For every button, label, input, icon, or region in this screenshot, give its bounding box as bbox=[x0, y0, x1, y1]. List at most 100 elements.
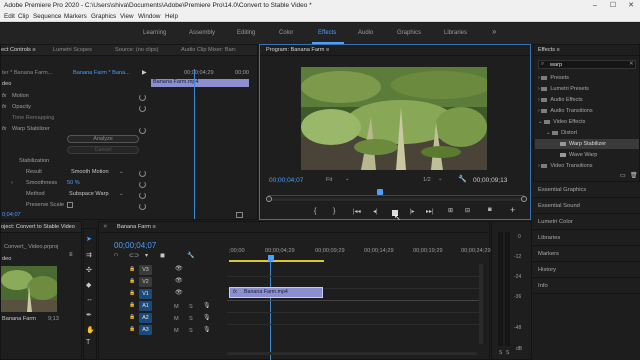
solo-a2[interactable]: S bbox=[189, 316, 193, 322]
timeline-timecode[interactable]: 00;00;04;07 bbox=[114, 241, 156, 250]
lift-icon[interactable]: ⊞ bbox=[448, 207, 453, 214]
mute-a3[interactable]: M bbox=[174, 328, 179, 334]
quality-dropdown[interactable]: 1/2 bbox=[423, 177, 431, 183]
panel-essential-sound[interactable]: Essential Sound bbox=[533, 199, 640, 214]
add-marker-icon[interactable]: ▾ bbox=[145, 252, 148, 259]
panel-lumetri-color[interactable]: Lumetri Color bbox=[533, 215, 640, 230]
reset-icon[interactable] bbox=[139, 192, 146, 199]
fx-video-effects[interactable]: ⌄ Video Effects bbox=[538, 119, 585, 125]
ec-timecode[interactable]: 0;04;07 bbox=[2, 212, 21, 218]
method-dropdown[interactable]: Subspace Warp bbox=[69, 191, 109, 197]
workspace-libraries[interactable]: Libraries bbox=[444, 30, 467, 36]
trash-icon[interactable]: 🗑 bbox=[630, 172, 638, 179]
reset-icon[interactable] bbox=[139, 170, 146, 177]
fx-audio-effects[interactable]: › Audio Effects bbox=[538, 97, 583, 103]
tab-audio-clip-mixer[interactable]: Audio Clip Mixer: Ban: bbox=[181, 45, 236, 56]
fx-wave-warp[interactable]: Wave Warp bbox=[560, 152, 597, 158]
ec-clip-bar[interactable]: Banana Farm.mp4 bbox=[151, 79, 249, 87]
workspace-effects[interactable]: Effects bbox=[318, 30, 336, 36]
new-bin-icon[interactable]: ▭ bbox=[620, 172, 626, 179]
solo-left[interactable]: S bbox=[499, 350, 502, 356]
workspace-graphics[interactable]: Graphics bbox=[397, 30, 421, 36]
zoom-handle-right[interactable] bbox=[521, 196, 527, 202]
mic-icon[interactable]: 🎙 bbox=[203, 302, 211, 309]
panel-info[interactable]: Info bbox=[533, 279, 640, 294]
reset-icon[interactable] bbox=[139, 203, 146, 210]
snap-icon[interactable]: ∩ bbox=[114, 252, 118, 258]
fx-audio-transitions[interactable]: › Audio Transitions bbox=[538, 108, 593, 114]
lock-icon[interactable]: 🔒 bbox=[129, 326, 135, 332]
prop-motion[interactable]: Motion bbox=[12, 93, 29, 99]
slip-tool-icon[interactable]: ↔ bbox=[86, 296, 93, 303]
linked-selection-icon[interactable]: ⊂⊃ bbox=[129, 252, 139, 259]
zoom-scroll-bar[interactable] bbox=[268, 198, 524, 201]
track-a1[interactable]: A1 bbox=[139, 301, 152, 311]
reset-icon[interactable] bbox=[139, 94, 146, 101]
lock-icon[interactable]: 🔒 bbox=[129, 302, 135, 308]
go-to-out-icon[interactable]: ▸▸| bbox=[426, 208, 434, 215]
timeline-hscroll[interactable] bbox=[227, 352, 477, 355]
track-v1[interactable]: V1 bbox=[139, 289, 152, 299]
program-scrub-bar[interactable] bbox=[268, 195, 524, 196]
close-tab-icon[interactable]: ✕ bbox=[103, 222, 108, 233]
chevron-down-icon[interactable]: ⌄ bbox=[345, 176, 350, 182]
lock-icon[interactable]: 🔒 bbox=[129, 278, 135, 284]
zoom-handle-left[interactable] bbox=[266, 196, 272, 202]
effects-search-input[interactable]: warp bbox=[550, 62, 562, 68]
work-area-bar[interactable] bbox=[229, 260, 324, 262]
selection-tool-icon[interactable]: ➤ bbox=[86, 235, 92, 243]
add-button-icon[interactable]: + bbox=[510, 205, 515, 215]
track-a3[interactable]: A3 bbox=[139, 325, 152, 335]
export-frame-icon[interactable] bbox=[236, 212, 243, 218]
menu-sequence[interactable]: Sequence bbox=[33, 11, 61, 22]
reset-icon[interactable] bbox=[139, 127, 146, 134]
eye-icon[interactable]: 👁 bbox=[175, 277, 183, 284]
pen-tool-icon[interactable]: ✒ bbox=[86, 311, 92, 319]
smoothness-value[interactable]: 50 % bbox=[67, 180, 80, 186]
tab-source[interactable]: Source: (no clips) bbox=[115, 45, 159, 56]
prop-time-remapping[interactable]: Time Remapping bbox=[12, 115, 54, 121]
tab-banana-farm[interactable]: Banana Farm ≡ bbox=[117, 222, 156, 233]
track-v3[interactable]: V3 bbox=[139, 265, 152, 275]
solo-a1[interactable]: S bbox=[189, 304, 193, 310]
timeline-playhead[interactable] bbox=[270, 260, 271, 360]
lock-icon[interactable]: 🔒 bbox=[129, 314, 135, 320]
timeline-playhead-handle[interactable] bbox=[268, 255, 274, 261]
fx-distort[interactable]: ⌄ Distort bbox=[546, 130, 577, 136]
lock-icon[interactable]: 🔒 bbox=[129, 266, 135, 272]
track-select-icon[interactable]: ⇉ bbox=[86, 251, 92, 259]
tab-effect-controls[interactable]: ect Controls ≡ bbox=[1, 45, 36, 56]
hand-tool-icon[interactable]: ✋ bbox=[86, 326, 95, 334]
fit-dropdown[interactable]: Fit bbox=[326, 177, 332, 183]
mark-in-icon[interactable]: { bbox=[314, 208, 316, 215]
menu-window[interactable]: Window bbox=[138, 11, 160, 22]
workspace-learning[interactable]: Learning bbox=[143, 30, 166, 36]
type-tool-icon[interactable]: T bbox=[86, 339, 90, 346]
menu-edit[interactable]: Edit bbox=[4, 11, 15, 22]
panel-libraries[interactable]: Libraries bbox=[533, 231, 640, 246]
go-to-in-icon[interactable]: |◂◂ bbox=[353, 208, 361, 215]
preserve-scale-checkbox[interactable] bbox=[67, 202, 73, 208]
marker-icon[interactable]: ◼ bbox=[160, 252, 165, 259]
solo-a3[interactable]: S bbox=[189, 328, 193, 334]
workspace-color[interactable]: Color bbox=[279, 30, 293, 36]
fx-lumetri-presets[interactable]: › Lumetri Presets bbox=[538, 86, 589, 92]
effects-title[interactable]: Effects ≡ bbox=[538, 45, 560, 56]
tab-project[interactable]: oject: Convert to Stable Video bbox=[1, 222, 75, 233]
panel-markers[interactable]: Markers bbox=[533, 247, 640, 262]
wrench-icon[interactable]: 🔧 bbox=[458, 175, 467, 183]
workspace-audio[interactable]: Audio bbox=[358, 30, 373, 36]
fx-warp-stabilizer[interactable]: Warp Stabilizer bbox=[560, 141, 606, 147]
clip-sequence[interactable]: Banana Farm * Bana... bbox=[73, 70, 130, 76]
reset-icon[interactable] bbox=[139, 105, 146, 112]
effects-search-field[interactable]: ⌕ warp ✕ bbox=[538, 60, 636, 69]
menu-view[interactable]: View bbox=[120, 11, 134, 22]
workspace-editing[interactable]: Editing bbox=[237, 30, 255, 36]
chevron-down-icon[interactable]: ⌄ bbox=[438, 176, 443, 182]
chevron-down-icon[interactable]: ⌄ bbox=[119, 169, 124, 175]
play-icon[interactable]: ▶ bbox=[142, 69, 147, 76]
workspace-more-icon[interactable]: » bbox=[492, 27, 496, 36]
menu-graphics[interactable]: Graphics bbox=[91, 11, 116, 22]
panel-essential-graphics[interactable]: Essential Graphics bbox=[533, 183, 640, 198]
eye-icon[interactable]: 👁 bbox=[175, 265, 183, 272]
